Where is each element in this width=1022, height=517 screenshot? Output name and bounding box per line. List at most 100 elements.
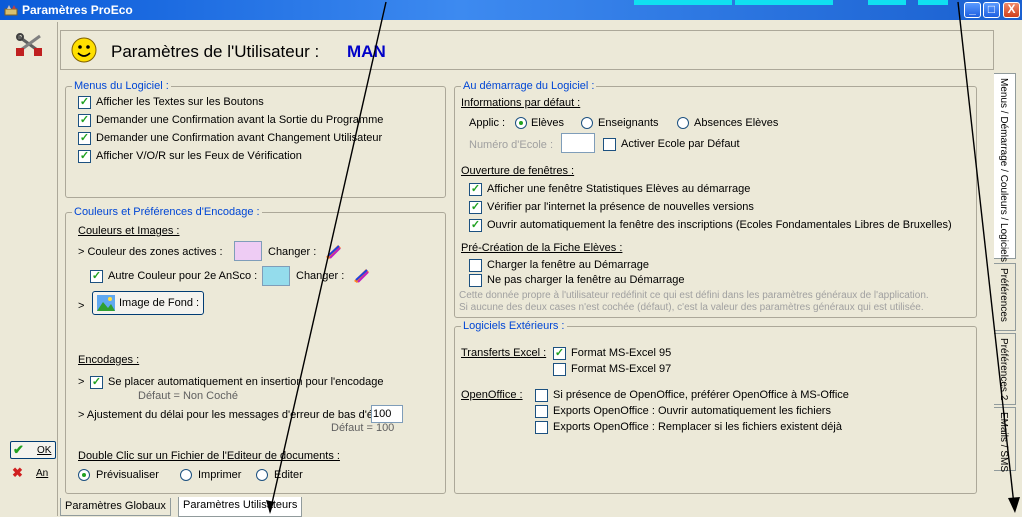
tab-menus[interactable]: Menus / Démarrage / Couleurs / Logiciels (994, 73, 1016, 262)
oo-option-label: Exports OpenOffice : Remplacer si les fi… (553, 421, 842, 433)
excel-checkbox[interactable]: ✓ (553, 347, 566, 360)
insertion-default: Défaut = Non Coché (138, 390, 238, 402)
close-button[interactable]: X (1003, 2, 1020, 18)
fiche-checkbox[interactable] (469, 259, 482, 272)
vertical-tab-strip: Menus / Démarrage / Couleurs / Logiciels… (994, 73, 1022, 472)
cross-icon: ✖ (12, 465, 23, 480)
tab-preferences-2[interactable]: Préférences 2 (994, 333, 1016, 405)
fenetre-checkbox[interactable]: ✓ (469, 219, 482, 232)
dblclick-option-label: Editer (274, 469, 303, 481)
insertion-checkbox[interactable]: ✓ (90, 376, 103, 389)
fenetre-checkbox[interactable]: ✓ (469, 183, 482, 196)
zones-color-swatch[interactable] (234, 241, 262, 261)
autre-couleur-checkbox[interactable]: ✓ (90, 270, 103, 283)
menu-option-label: Demander une Confirmation avant Changeme… (96, 132, 383, 144)
changer-label: Changer : (268, 246, 317, 258)
image-de-fond-button[interactable]: Image de Fond : (92, 291, 204, 315)
couleurs-group: Couleurs et Préférences d'Encodage : Cou… (65, 206, 446, 494)
pencil-icon[interactable] (324, 243, 342, 259)
minimize-button[interactable]: _ (964, 2, 981, 18)
fenetre-checkbox[interactable]: ✓ (469, 201, 482, 214)
applic-radio[interactable] (581, 117, 593, 129)
menu-option-checkbox[interactable]: ✓ (78, 114, 91, 127)
fenetre-label: Ouvrir automatiquement la fenêtre des in… (487, 219, 952, 231)
page-title: Paramètres de l'Utilisateur : (111, 42, 320, 61)
user-code: MAN (347, 42, 386, 61)
dblclick-option-label: Imprimer (198, 469, 242, 481)
oo-option-label: Exports OpenOffice : Ouvrir automatiquem… (553, 405, 831, 417)
excel-heading: Transferts Excel : (461, 347, 547, 359)
fenetres-heading: Ouverture de fenêtres : (461, 165, 575, 177)
applic-radio[interactable] (515, 117, 527, 129)
menu-option-checkbox[interactable]: ✓ (78, 150, 91, 163)
note-line-2: Si aucune des deux cases n'est cochée (d… (459, 302, 924, 313)
image-de-fond-label: Image de Fond : (119, 297, 200, 309)
title-bar[interactable]: Paramètres ProEco _ □ X (0, 0, 1022, 20)
window-title: Paramètres ProEco (22, 3, 133, 17)
cancel-label: An (36, 468, 49, 479)
applic-radio[interactable] (677, 117, 689, 129)
cancel-button[interactable]: ✖ An (10, 465, 56, 483)
fiche-label: Ne pas charger la fenêtre au Démarrage (487, 274, 685, 286)
cyan-strip (918, 0, 948, 5)
logiciels-group-title: Logiciels Extérieurs : (461, 320, 567, 332)
cyan-strip (868, 0, 906, 5)
image-prefix: > (78, 300, 85, 312)
dblclick-radio[interactable] (180, 469, 192, 481)
excel-option-label: Format MS-Excel 95 (571, 347, 672, 359)
applic-label: Applic : (469, 117, 506, 129)
ok-button[interactable]: ✔ OK (10, 441, 56, 459)
logiciels-group: Logiciels Extérieurs : Transferts Excel … (454, 320, 977, 494)
insertion-prefix: > (78, 376, 85, 388)
ok-label: OK (37, 445, 52, 456)
menu-option-label: Demander une Confirmation avant la Sorti… (96, 114, 384, 126)
maximize-button[interactable]: □ (983, 2, 1000, 18)
dblclick-radio[interactable] (78, 469, 90, 481)
oo-checkbox[interactable] (535, 389, 548, 402)
dblclick-option-label: Prévisualiser (96, 469, 159, 481)
menu-option-label: Afficher V/O/R sur les Feux de Vérificat… (96, 150, 302, 162)
fenetre-label: Afficher une fenêtre Statistiques Elèves… (487, 183, 751, 195)
ecole-input[interactable] (561, 133, 595, 153)
tab-emails-sms[interactable]: EMails / SMS (994, 407, 1016, 472)
activer-ecole-label: Activer Ecole par Défaut (621, 138, 740, 150)
tab-parametres-utilisateurs[interactable]: Paramètres Utilisateurs (178, 497, 303, 517)
pencil-icon[interactable] (352, 267, 370, 283)
dblclick-heading: Double Clic sur un Fichier de l'Editeur … (78, 450, 340, 462)
delai-input[interactable] (371, 405, 403, 423)
couleurs-group-title: Couleurs et Préférences d'Encodage : (72, 206, 262, 218)
demarrage-group-title: Au démarrage du Logiciel : (461, 80, 597, 92)
applic-option-label: Absences Elèves (694, 117, 779, 129)
menu-option-label: Afficher les Textes sur les Boutons (96, 96, 264, 108)
applic-option-label: Elèves (531, 117, 565, 129)
dblclick-radio[interactable] (256, 469, 268, 481)
applic-option-label: Enseignants (598, 117, 659, 129)
fiche-checkbox[interactable] (469, 274, 482, 287)
demarrage-group: Au démarrage du Logiciel : Informations … (454, 80, 977, 318)
fiche-heading: Pré-Création de la Fiche Elèves : (461, 242, 623, 254)
delai-default: Défaut = 100 (331, 422, 395, 434)
menu-option-checkbox[interactable]: ✓ (78, 132, 91, 145)
oo-heading: OpenOffice : (461, 389, 523, 401)
excel-checkbox[interactable] (553, 363, 566, 376)
info-heading: Informations par défaut : (461, 97, 581, 109)
activer-ecole-checkbox[interactable] (603, 138, 616, 151)
ecole-label: Numéro d'Ecole : (469, 139, 554, 151)
smiley-icon (71, 37, 97, 63)
tab-preferences[interactable]: Préférences (994, 263, 1016, 331)
check-icon: ✔ (13, 442, 24, 457)
tab-parametres-globaux[interactable]: Paramètres Globaux (60, 498, 171, 516)
oo-checkbox[interactable] (535, 421, 548, 434)
menu-option-checkbox[interactable]: ✓ (78, 96, 91, 109)
left-toolbar: ✔ OK ✖ An (2, 22, 58, 516)
fiche-label: Charger la fenêtre au Démarrage (487, 259, 650, 271)
fenetre-label: Vérifier par l'internet la présence de n… (487, 201, 754, 213)
autre-couleur-label: Autre Couleur pour 2e AnSco : (108, 270, 258, 282)
tools-icon (16, 33, 42, 56)
oo-checkbox[interactable] (535, 405, 548, 418)
insertion-label: Se placer automatiquement en insertion p… (108, 376, 384, 388)
autre-color-swatch[interactable] (262, 266, 290, 286)
delai-label: > Ajustement du délai pour les messages … (78, 409, 401, 421)
page-header: Paramètres de l'Utilisateur : MAN (60, 30, 994, 70)
landscape-image-icon (97, 295, 115, 311)
